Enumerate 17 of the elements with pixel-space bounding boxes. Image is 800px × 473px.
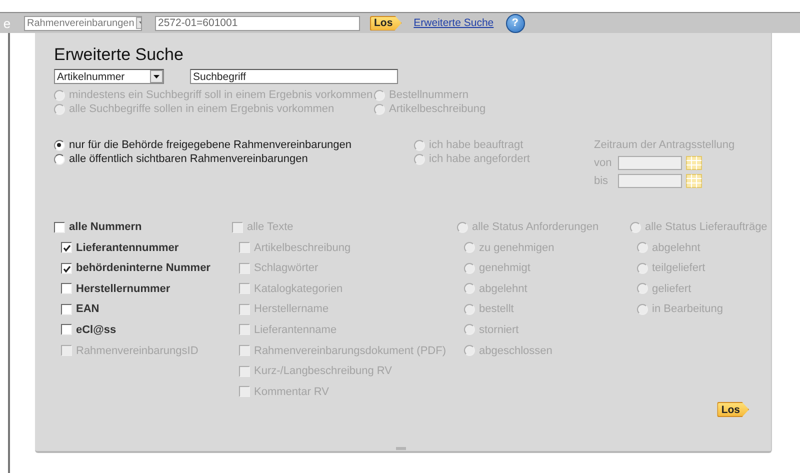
option-label: alle öffentlich sichtbaren Rahmenvereinbarungen — [69, 153, 308, 165]
option-label: nur für die Behörde freigegebene Rahmenvereinbarungen — [69, 139, 352, 151]
app-logo: e — [2, 16, 12, 30]
option-label: behördeninterne Nummer — [76, 262, 210, 274]
option-label: alle Nummern — [69, 221, 142, 233]
go-button[interactable]: Los — [717, 402, 749, 417]
go-button[interactable]: Los — [370, 16, 402, 30]
option-label: Lieferantennummer — [76, 242, 179, 254]
advanced-search-link[interactable]: Erweiterte Suche — [414, 17, 494, 29]
category-select[interactable]: Rahmenvereinbarungen — [24, 16, 142, 30]
option-label: Herstellernummer — [76, 282, 170, 295]
field-select[interactable]: Artikelnummer — [54, 69, 164, 84]
search-field[interactable]: 2572-01=601001 — [155, 16, 360, 30]
panel-title: Erweiterte Suche — [54, 45, 184, 64]
option-label: eCl@ss — [76, 324, 116, 336]
search-term-field[interactable]: Suchbegriff — [190, 69, 398, 84]
option-label: EAN — [76, 303, 100, 316]
